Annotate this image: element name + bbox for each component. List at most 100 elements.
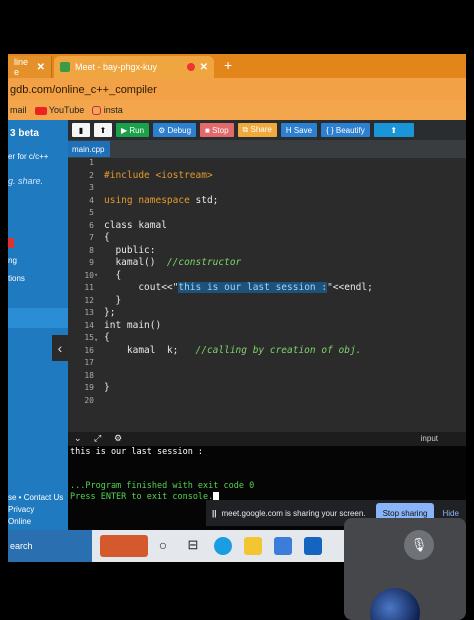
sidebar: 3 beta er for c/c++ g. share. ng tions s…: [8, 120, 68, 530]
edge-browser-icon[interactable]: [214, 537, 232, 555]
console-toolbar: ⌄ ⤢ ⚙ input: [68, 432, 466, 446]
settings-icon[interactable]: ⚙: [114, 433, 122, 444]
sidebar-bar: [8, 308, 68, 328]
fold-arrow-icon[interactable]: ▾: [94, 271, 98, 279]
instagram-icon: [92, 106, 102, 116]
store-icon[interactable]: [274, 537, 292, 555]
line-number: 8: [89, 245, 94, 255]
line-number: 6: [89, 220, 94, 230]
tab-label: Meet - bay-phgx-kuy: [75, 62, 158, 72]
code-line-10: {: [104, 270, 122, 281]
console-output-line: this is our last session :: [70, 447, 204, 457]
file-tab-main-cpp[interactable]: main.cpp: [68, 141, 110, 157]
brand-label: beta: [18, 128, 39, 139]
task-view-icon[interactable]: ⊟: [184, 537, 202, 555]
red-marker: [8, 238, 14, 248]
bookmark-youtube[interactable]: YouTube: [34, 105, 85, 115]
code-line-8: public:: [104, 245, 156, 256]
line-number: 12: [84, 295, 94, 305]
code-line-16: kamal k; //calling by creation of obj.: [104, 345, 362, 356]
line-number: 5: [89, 208, 94, 217]
bookmark-mail[interactable]: mail: [10, 105, 27, 115]
line-number: 10: [84, 270, 94, 280]
download-button[interactable]: ⬆: [373, 123, 414, 137]
console-press-enter-line: Press ENTER to exit console.: [70, 492, 220, 502]
selected-text: this is our last session :: [178, 282, 328, 293]
line-number-gutter: 1 2 3 4 5 6 7 8 9 10 11 12 13 14 15 16 1…: [68, 158, 98, 432]
brand-prefix: 3: [10, 128, 16, 139]
code-line-4: using namespace std;: [104, 195, 218, 206]
bookmark-insta[interactable]: insta: [92, 105, 123, 116]
chevron-left-icon: ‹: [57, 340, 63, 356]
code-line-11: cout<<"this is our last session :"<<endl…: [104, 282, 373, 293]
browser-tab-bar: line e ✕ Meet - bay-phgx-kuy ✕ +: [8, 54, 466, 78]
stop-button[interactable]: ■ Stop: [200, 123, 234, 137]
run-button[interactable]: ▶ Run: [116, 123, 150, 137]
mic-off-icon[interactable]: 🎙: [404, 530, 434, 560]
code-line-6: class kamal: [104, 220, 167, 231]
privacy-link[interactable]: Privacy: [8, 504, 63, 516]
sidebar-item[interactable]: ng: [8, 256, 17, 265]
share-button[interactable]: ⧉ Share: [237, 123, 277, 137]
search-label: earch: [10, 541, 33, 551]
upload-file-button[interactable]: ⬆: [94, 123, 112, 137]
youtube-icon: [34, 106, 47, 115]
code-token: #include: [104, 170, 156, 181]
debug-button[interactable]: ⚙ Debug: [153, 123, 197, 137]
file-tab-label: main.cpp: [72, 144, 105, 154]
chevron-down-icon[interactable]: ⌄: [74, 433, 82, 444]
weather-widget-icon[interactable]: [100, 535, 148, 557]
editor-toolbar: ▮ ⬆ ▶ Run ⚙ Debug ■ Stop ⧉ Share H Save …: [68, 120, 466, 140]
cortana-icon[interactable]: ○: [154, 537, 172, 555]
expand-icon[interactable]: ⤢: [94, 433, 101, 444]
tab-meet[interactable]: Meet - bay-phgx-kuy ✕: [54, 56, 214, 78]
taskbar-search[interactable]: earch: [8, 530, 92, 562]
brand-logo[interactable]: 3 beta: [10, 128, 39, 139]
file-icon: ▮: [78, 125, 84, 135]
code-comment: //constructor: [166, 257, 242, 268]
close-icon[interactable]: ✕: [200, 62, 208, 73]
close-icon[interactable]: ✕: [37, 62, 45, 73]
code-token: <iostream>: [155, 170, 213, 181]
code-token: kamal k;: [104, 345, 196, 356]
google-meet-icon: [60, 62, 70, 72]
tab-onlinegdb[interactable]: line e ✕: [8, 56, 52, 78]
code-comment: //calling by creation of obj.: [195, 345, 362, 356]
share-message: meet.google.com is sharing your screen.: [221, 508, 366, 518]
line-number: 14: [84, 320, 94, 330]
line-number: 2: [89, 170, 94, 180]
bookmark-label: YouTube: [48, 105, 85, 115]
contact-link[interactable]: se • Contact Us: [8, 492, 63, 504]
recording-icon: [186, 63, 195, 71]
new-file-button[interactable]: ▮: [72, 123, 90, 137]
pause-icon: ||: [212, 508, 217, 518]
code-token: "<<endl;: [327, 282, 373, 293]
code-line-15: {: [104, 332, 110, 343]
line-number: 15: [84, 333, 94, 342]
bookmarks-bar: mail YouTube insta: [8, 100, 466, 120]
input-tab[interactable]: input: [421, 434, 438, 443]
online-link[interactable]: Online: [8, 516, 63, 528]
sidebar-item[interactable]: tions: [8, 274, 25, 283]
collapse-sidebar-button[interactable]: ‹: [52, 335, 68, 361]
save-button[interactable]: H Save: [280, 123, 318, 137]
code-token: kamal(): [104, 257, 167, 268]
line-number: 16: [84, 345, 94, 355]
beautify-button[interactable]: { } Beautify: [321, 123, 370, 137]
line-number: 19: [84, 383, 94, 392]
line-number: 20: [84, 395, 94, 405]
mail-icon[interactable]: [304, 537, 322, 555]
upload-icon: ⬆: [99, 125, 107, 135]
console-finished-line: ...Program finished with exit code 0: [70, 481, 255, 491]
fold-arrow-icon[interactable]: ▾: [94, 336, 98, 344]
code-token: std;: [189, 195, 219, 206]
line-number: 17: [84, 358, 94, 367]
new-tab-button[interactable]: +: [224, 57, 232, 73]
code-line-7: {: [104, 232, 110, 243]
hide-button[interactable]: Hide: [442, 509, 458, 518]
address-bar[interactable]: gdb.com/online_c++_compiler: [8, 78, 466, 102]
console-text: Press ENTER to exit console.: [70, 492, 214, 502]
code-line-9: kamal() //constructor: [104, 257, 241, 268]
file-explorer-icon[interactable]: [244, 537, 262, 555]
file-tab-strip: [68, 140, 466, 158]
